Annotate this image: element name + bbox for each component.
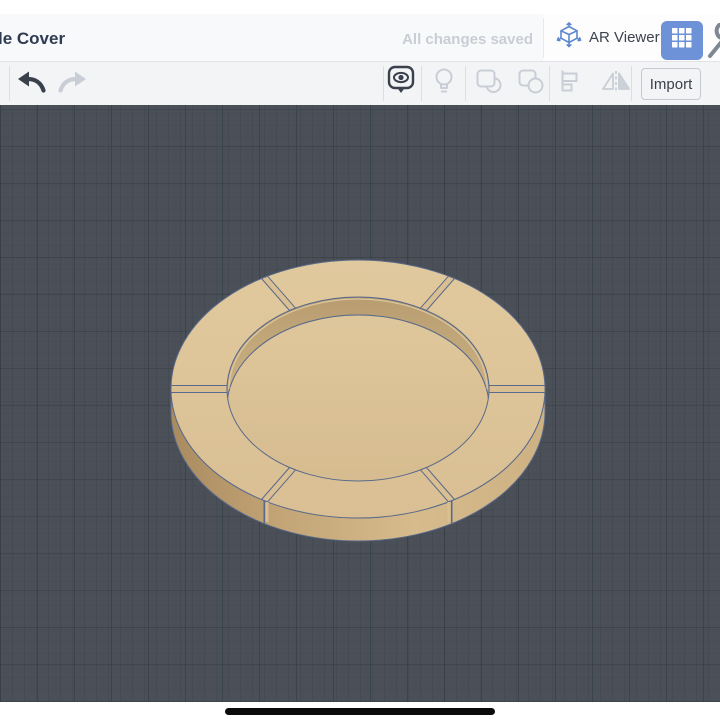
tool-icon[interactable] (707, 22, 720, 59)
toolbar: Import (0, 62, 720, 105)
ar-viewer-label: AR Viewer (589, 29, 660, 46)
align-button[interactable] (556, 62, 584, 105)
header-divider (543, 18, 544, 58)
lightbulb-icon (431, 66, 457, 101)
import-button[interactable]: Import (641, 68, 701, 100)
design-title[interactable]: le Cover (0, 29, 65, 49)
eye-bubble-icon (387, 65, 415, 102)
home-indicator[interactable] (225, 708, 495, 715)
undo-button[interactable] (16, 62, 48, 105)
toolbar-divider (631, 66, 632, 101)
shapes-panel-button[interactable] (661, 21, 703, 60)
redo-button[interactable] (56, 62, 88, 105)
workplane-canvas[interactable]: Sn (0, 105, 720, 702)
tips-button[interactable] (429, 62, 459, 105)
toolbar-divider (465, 66, 466, 101)
ring-cover-model[interactable] (0, 105, 720, 702)
group-button[interactable] (474, 62, 504, 105)
toolbar-divider (383, 66, 384, 101)
ungroup-button[interactable] (516, 62, 546, 105)
show-hidden-objects-button[interactable] (386, 62, 416, 105)
header-bar: le Cover All changes saved AR Viewer (0, 14, 720, 62)
ar-viewer-button[interactable]: AR Viewer (552, 14, 664, 61)
status-bar (0, 0, 720, 14)
bottom-bar (0, 702, 720, 720)
toolbar-divider (9, 66, 10, 101)
toolbar-divider (549, 66, 550, 101)
align-icon (557, 67, 583, 100)
tinkercad-window: le Cover All changes saved AR Viewer Imp… (0, 0, 720, 720)
mirror-button[interactable] (601, 62, 631, 105)
save-status-text: All changes saved (402, 31, 533, 48)
grid-icon (672, 28, 692, 53)
undo-icon (17, 69, 47, 98)
redo-icon (57, 69, 87, 98)
toolbar-divider (421, 66, 422, 101)
mirror-icon (601, 68, 631, 99)
group-icon (474, 67, 504, 100)
ar-cube-icon (556, 22, 582, 53)
ungroup-icon (516, 67, 546, 100)
